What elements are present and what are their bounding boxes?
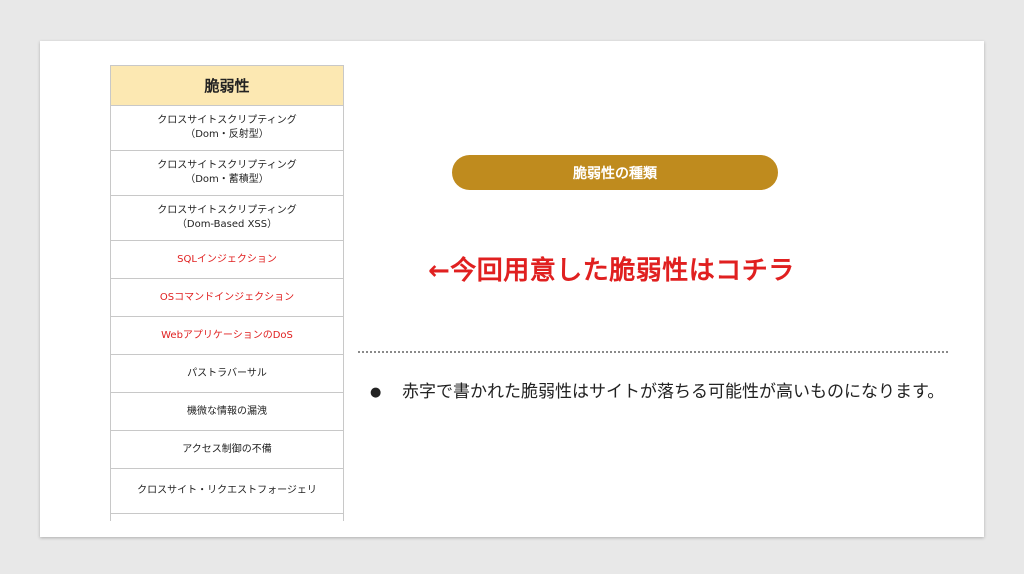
- table-row: パストラバーサル: [111, 355, 343, 393]
- table-row-partial: [111, 514, 343, 521]
- table-row: クロスサイトスクリプティング （Dom-Based XSS）: [111, 196, 343, 241]
- row-text: クロスサイト・リクエストフォージェリ: [137, 485, 317, 496]
- row-text: パストラバーサル: [187, 367, 267, 379]
- bullet-icon: ●: [370, 385, 382, 400]
- row-text: クロスサイトスクリプティング: [157, 115, 297, 126]
- slide: 脆弱性 クロスサイトスクリプティング （Dom・反射型） クロスサイトスクリプテ…: [40, 41, 984, 537]
- table-row: クロスサイトスクリプティング （Dom・反射型）: [111, 106, 343, 151]
- row-text: 機微な情報の漏洩: [187, 405, 267, 417]
- section-pill: 脆弱性の種類: [452, 155, 778, 190]
- row-subtext: （Dom・反射型）: [185, 129, 269, 140]
- table-row: SQLインジェクション: [111, 241, 343, 279]
- table-row: クロスサイト・リクエストフォージェリ: [111, 469, 343, 514]
- bullet-point: ● 赤字で書かれた脆弱性はサイトが落ちる可能性が高いものになります。: [370, 380, 960, 405]
- vulnerability-table: 脆弱性 クロスサイトスクリプティング （Dom・反射型） クロスサイトスクリプテ…: [110, 65, 344, 521]
- row-subtext: （Dom・蓄積型）: [185, 174, 269, 185]
- table-row: アクセス制御の不備: [111, 431, 343, 469]
- row-subtext: （Dom-Based XSS）: [176, 219, 278, 230]
- row-text: WebアプリケーションのDoS: [161, 329, 293, 341]
- table-row: 機微な情報の漏洩: [111, 393, 343, 431]
- table-row: OSコマンドインジェクション: [111, 279, 343, 317]
- dotted-divider: [358, 351, 948, 353]
- row-text: SQLインジェクション: [177, 253, 277, 265]
- bullet-text: 赤字で書かれた脆弱性はサイトが落ちる可能性が高いものになります。: [402, 382, 945, 402]
- row-text: クロスサイトスクリプティング: [157, 205, 297, 216]
- row-text: クロスサイトスクリプティング: [157, 160, 297, 171]
- row-text: アクセス制御の不備: [182, 443, 272, 455]
- table-row: クロスサイトスクリプティング （Dom・蓄積型）: [111, 151, 343, 196]
- headline: ←今回用意した脆弱性はコチラ: [428, 256, 795, 286]
- table-header: 脆弱性: [111, 65, 343, 106]
- table-row: WebアプリケーションのDoS: [111, 317, 343, 355]
- row-text: OSコマンドインジェクション: [159, 291, 295, 303]
